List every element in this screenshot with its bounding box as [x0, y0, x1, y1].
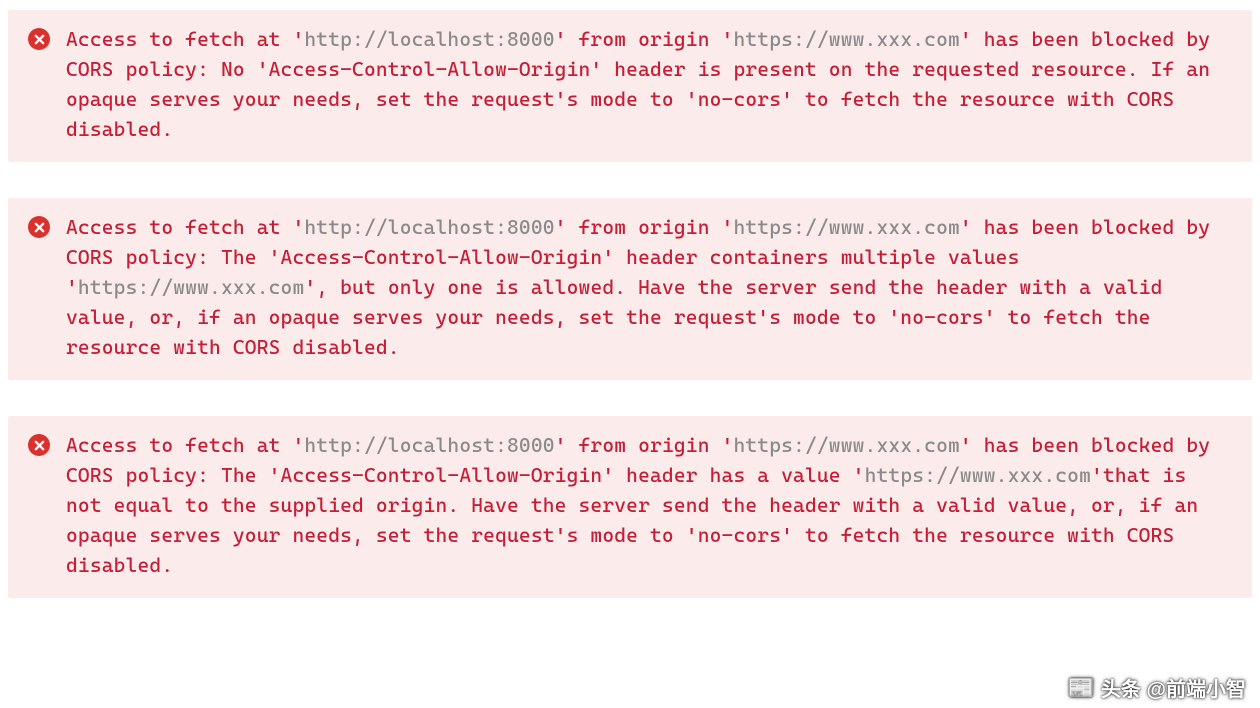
error-message: Access to fetch at 'http://localhost:800…	[66, 430, 1232, 580]
error-url-segment: https://www.xxx.com	[865, 463, 1091, 487]
error-url-segment: https://www.xxx.com	[733, 27, 959, 51]
error-icon	[28, 28, 50, 50]
error-message: Access to fetch at 'http://localhost:800…	[66, 212, 1232, 362]
error-url-segment: https://www.xxx.com	[733, 215, 959, 239]
error-text-segment: Access to fetch at '	[66, 433, 304, 457]
error-text-segment: ' from origin '	[555, 215, 734, 239]
watermark-logo-icon: 📰	[1068, 675, 1095, 701]
error-url-segment: https://www.xxx.com	[733, 433, 959, 457]
console-error-list: Access to fetch at 'http://localhost:800…	[0, 0, 1260, 598]
error-url-segment: https://www.xxx.com	[78, 275, 304, 299]
error-icon	[28, 216, 50, 238]
error-text-segment: Access to fetch at '	[66, 215, 304, 239]
error-text-segment: ' from origin '	[555, 433, 734, 457]
console-error-entry: Access to fetch at 'http://localhost:800…	[8, 198, 1252, 380]
console-error-entry: Access to fetch at 'http://localhost:800…	[8, 416, 1252, 598]
error-icon	[28, 434, 50, 456]
error-text-segment: ' from origin '	[555, 27, 734, 51]
error-url-segment: http://localhost:8000	[304, 433, 554, 457]
error-url-segment: http://localhost:8000	[304, 215, 554, 239]
error-text-segment: Access to fetch at '	[66, 27, 304, 51]
watermark: 📰 头条 @前端小智	[1068, 673, 1246, 702]
error-url-segment: http://localhost:8000	[304, 27, 554, 51]
console-error-entry: Access to fetch at 'http://localhost:800…	[8, 10, 1252, 162]
watermark-text: 头条 @前端小智	[1101, 673, 1246, 702]
error-message: Access to fetch at 'http://localhost:800…	[66, 24, 1232, 144]
